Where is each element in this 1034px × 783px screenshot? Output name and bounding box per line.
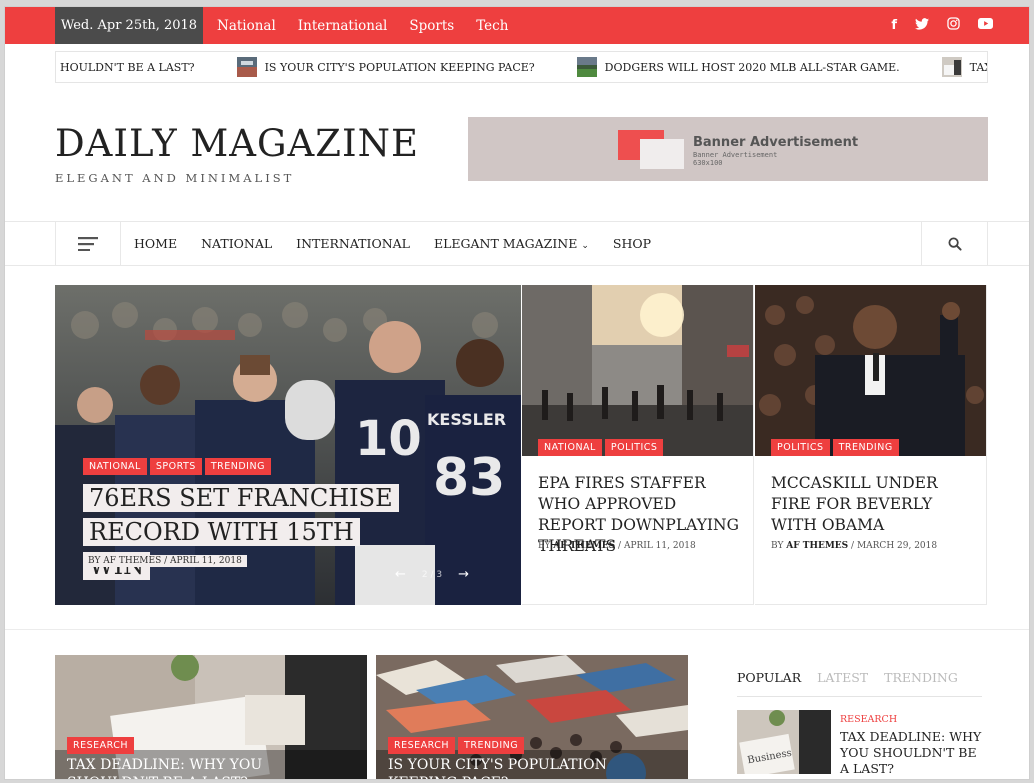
category-tag[interactable]: RESEARCH bbox=[388, 737, 456, 754]
slider-prev-icon[interactable]: ← bbox=[395, 567, 406, 582]
card-tags: POLITICS TRENDING bbox=[771, 439, 899, 456]
ticker-thumb-market bbox=[236, 57, 257, 77]
banner-subtitle: Banner Advertisement bbox=[693, 151, 778, 159]
tab-trending[interactable]: TRENDING bbox=[884, 670, 958, 685]
category-tag[interactable]: POLITICS bbox=[604, 439, 664, 456]
nav-item-elegant-magazine[interactable]: ELEGANT MAGAZINE ⌄ bbox=[434, 236, 589, 251]
featured-slider[interactable]: 10 KESSLER 83 NATIONAL SPORTS TRENDING 7… bbox=[55, 285, 521, 605]
top-nav: National International Sports Tech bbox=[217, 18, 508, 34]
youtube-icon[interactable] bbox=[978, 18, 993, 33]
sidebar-tabs: POPULAR LATEST TRENDING bbox=[737, 670, 958, 685]
card-meta: BY AF THEMES / MARCH 29, 2018 bbox=[771, 541, 937, 551]
nav-item-international[interactable]: INTERNATIONAL bbox=[296, 236, 410, 251]
chevron-down-icon: ⌄ bbox=[581, 241, 589, 251]
slider-pager: 2 / 3 bbox=[421, 569, 443, 580]
post-card[interactable]: RESEARCH TAX DEADLINE: WHY YOU SHOULDN'T… bbox=[55, 655, 367, 779]
ticker-item-label: IS YOUR CITY'S POPULATION KEEPING PACE? bbox=[264, 60, 535, 74]
ticker-item[interactable]: HOULDN'T BE A LAST? bbox=[60, 61, 195, 74]
popular-post[interactable]: Business RESEARCH TAX DEADLINE: WHY YOU … bbox=[737, 710, 987, 779]
post-title[interactable]: IS YOUR CITY'S POPULATION KEEPING PACE? bbox=[388, 756, 678, 779]
post-tags: RESEARCH bbox=[67, 737, 135, 754]
banner-size: 630x100 bbox=[693, 159, 723, 167]
banner-shape bbox=[640, 139, 684, 169]
social-links: f bbox=[891, 7, 993, 44]
card-image-street bbox=[522, 285, 753, 456]
ticker-thumb-stadium bbox=[576, 57, 597, 77]
top-nav-national[interactable]: National bbox=[217, 18, 276, 34]
category-tag[interactable]: RESEARCH bbox=[67, 737, 135, 754]
category-tag[interactable]: TRENDING bbox=[204, 458, 271, 475]
ticker-item-label: TAX DEADLINE: WI bbox=[969, 60, 987, 74]
featured-card[interactable]: NATIONAL POLITICS EPA FIRES STAFFER WHO … bbox=[522, 285, 754, 605]
svg-text:10: 10 bbox=[355, 411, 422, 467]
category-tag[interactable]: TRENDING bbox=[458, 737, 525, 754]
site-tagline: ELEGANT AND MINIMALIST bbox=[55, 171, 295, 185]
hamburger-icon bbox=[78, 236, 98, 251]
banner-advertisement[interactable]: Banner Advertisement Banner Advertisemen… bbox=[468, 117, 988, 181]
svg-text:KESSLER: KESSLER bbox=[427, 410, 506, 429]
popular-post-category[interactable]: RESEARCH bbox=[840, 714, 897, 725]
search-button[interactable] bbox=[921, 222, 988, 265]
featured-tags: NATIONAL SPORTS TRENDING bbox=[83, 458, 271, 475]
ticker-item[interactable]: IS YOUR CITY'S POPULATION KEEPING PACE? bbox=[236, 57, 535, 77]
meta-by: BY bbox=[538, 541, 551, 551]
instagram-icon[interactable] bbox=[947, 17, 960, 34]
top-nav-sports[interactable]: Sports bbox=[409, 18, 454, 34]
page-frame: Wed. Apr 25th, 2018 National Internation… bbox=[4, 6, 1030, 780]
top-nav-international[interactable]: International bbox=[298, 18, 388, 34]
popular-post-thumbnail: Business bbox=[737, 710, 831, 774]
tabs-underline bbox=[737, 696, 982, 697]
slider-next-icon[interactable]: → bbox=[458, 567, 469, 582]
post-title[interactable]: TAX DEADLINE: WHY YOU SHOULDN'T BE A LAS… bbox=[67, 756, 357, 779]
news-ticker: HOULDN'T BE A LAST? IS YOUR CITY'S POPUL… bbox=[55, 51, 988, 83]
category-tag[interactable]: TRENDING bbox=[832, 439, 899, 456]
banner-title: Banner Advertisement bbox=[693, 135, 859, 150]
popular-post-title[interactable]: TAX DEADLINE: WHY YOU SHOULDN'T BE A LAS… bbox=[840, 729, 985, 777]
section-divider bbox=[5, 629, 1029, 630]
post-card[interactable]: RESEARCH TRENDING IS YOUR CITY'S POPULAT… bbox=[376, 655, 688, 779]
top-nav-tech[interactable]: Tech bbox=[476, 18, 508, 34]
tab-popular[interactable]: POPULAR bbox=[737, 670, 801, 685]
category-tag[interactable]: NATIONAL bbox=[538, 439, 602, 456]
nav-item-home[interactable]: HOME bbox=[134, 236, 177, 251]
card-tags: NATIONAL POLITICS bbox=[538, 439, 664, 456]
main-nav-links: HOME NATIONAL INTERNATIONAL ELEGANT MAGA… bbox=[134, 222, 651, 265]
category-tag[interactable]: NATIONAL bbox=[83, 458, 147, 475]
meta-by: BY bbox=[771, 541, 784, 551]
card-meta: BY AF THEMES / APRIL 11, 2018 bbox=[538, 541, 696, 551]
twitter-icon[interactable] bbox=[915, 17, 929, 34]
nav-item-label: ELEGANT MAGAZINE bbox=[433, 236, 578, 251]
featured-card[interactable]: POLITICS TRENDING MCCASKILL UNDER FIRE F… bbox=[755, 285, 987, 605]
card-image-speaker bbox=[755, 285, 986, 456]
main-navigation: HOME NATIONAL INTERNATIONAL ELEGANT MAGA… bbox=[5, 221, 1029, 266]
meta-date: / APRIL 11, 2018 bbox=[618, 541, 696, 551]
category-tag[interactable]: SPORTS bbox=[149, 458, 202, 475]
slider-controls: ← 2 / 3 → bbox=[395, 567, 469, 582]
svg-text:83: 83 bbox=[433, 448, 505, 508]
top-bar: Wed. Apr 25th, 2018 National Internation… bbox=[5, 7, 1029, 44]
current-date: Wed. Apr 25th, 2018 bbox=[55, 7, 203, 44]
ticker-item[interactable]: TAX DEADLINE: WI bbox=[941, 57, 987, 77]
meta-date: / MARCH 29, 2018 bbox=[851, 541, 938, 551]
ticker-item-label: DODGERS WILL HOST 2020 MLB ALL-STAR GAME… bbox=[604, 60, 900, 74]
ticker-item-label: HOULDN'T BE A LAST? bbox=[60, 60, 195, 74]
featured-headline-wrap[interactable]: 76ERS SET FRANCHISE RECORD WITH 15TH WIN bbox=[83, 481, 413, 583]
nav-item-shop[interactable]: SHOP bbox=[613, 236, 651, 251]
tab-latest[interactable]: LATEST bbox=[817, 670, 868, 685]
post-tags: RESEARCH TRENDING bbox=[388, 737, 525, 754]
card-title[interactable]: MCCASKILL UNDER FIRE FOR BEVERLY WITH OB… bbox=[771, 473, 976, 536]
featured-meta: BY AF THEMES / APRIL 11, 2018 bbox=[83, 555, 247, 567]
hamburger-menu-button[interactable] bbox=[55, 222, 121, 265]
site-logo[interactable]: DAILY MAGAZINE bbox=[55, 122, 419, 165]
meta-author[interactable]: AF THEMES bbox=[786, 541, 848, 551]
meta-author[interactable]: AF THEMES bbox=[553, 541, 615, 551]
category-tag[interactable]: POLITICS bbox=[771, 439, 830, 456]
nav-item-national[interactable]: NATIONAL bbox=[201, 236, 272, 251]
ticker-item[interactable]: DODGERS WILL HOST 2020 MLB ALL-STAR GAME… bbox=[576, 57, 900, 77]
search-icon bbox=[947, 236, 962, 251]
facebook-icon[interactable]: f bbox=[891, 18, 897, 33]
ticker-thumb-tax bbox=[941, 57, 962, 77]
